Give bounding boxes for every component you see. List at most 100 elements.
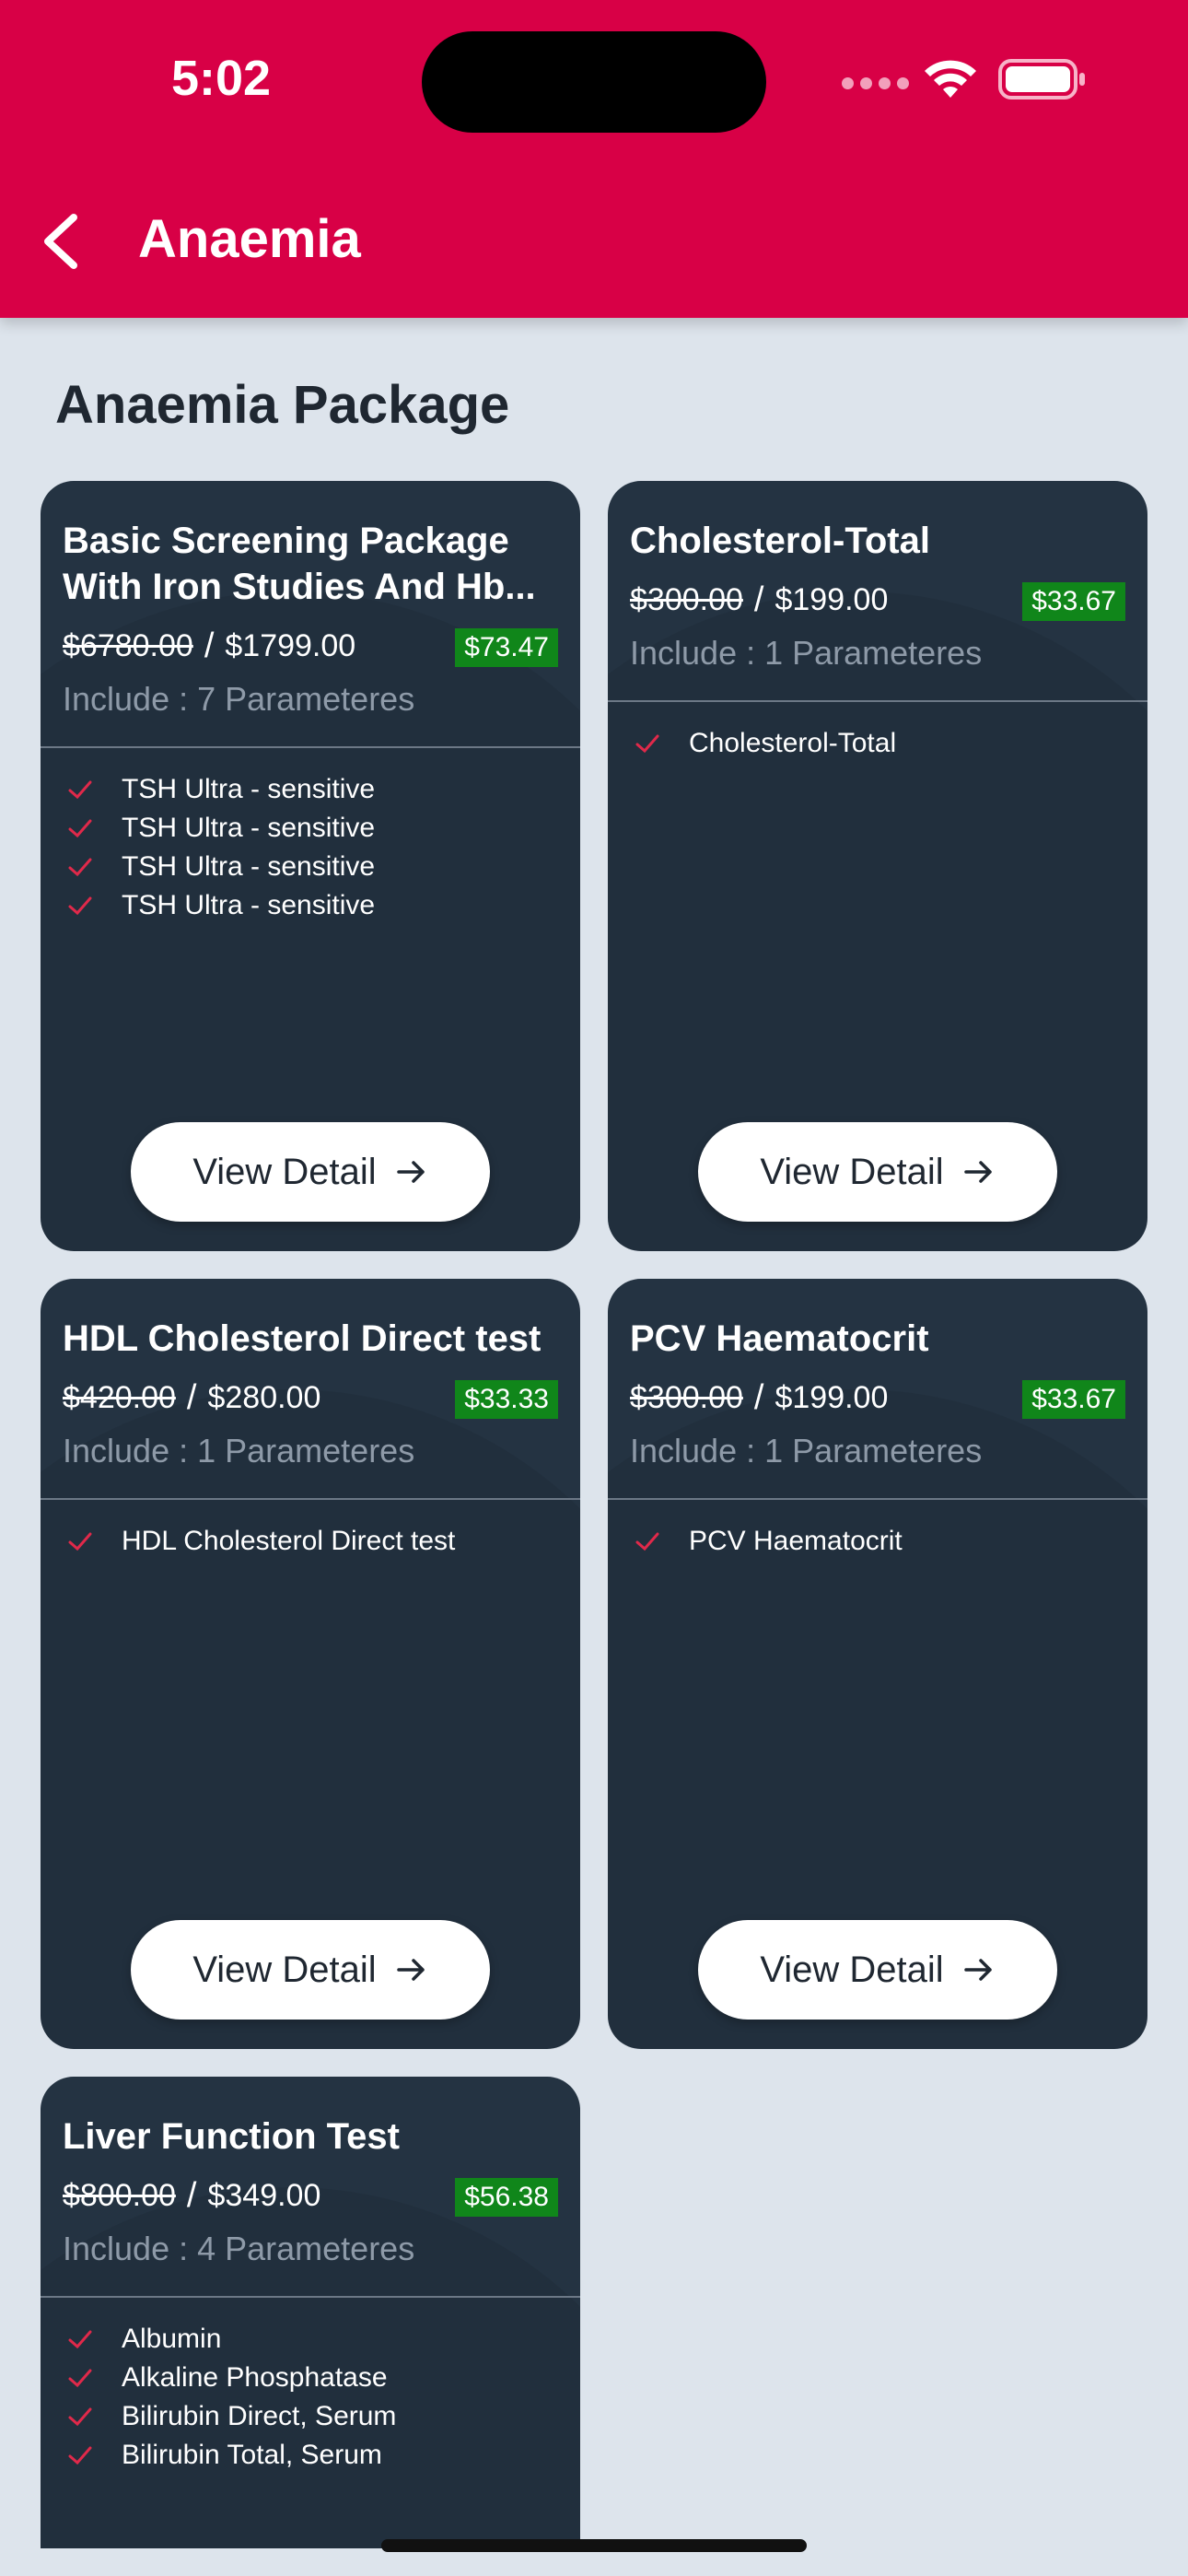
check-icon <box>68 2446 92 2465</box>
parameter-label: HDL Cholesterol Direct test <box>122 1526 456 1556</box>
check-icon <box>68 2330 92 2349</box>
arrow-right-icon <box>963 1959 992 1981</box>
check-icon <box>68 780 92 800</box>
list-item: TSH Ultra - sensitive <box>63 886 558 925</box>
view-detail-button[interactable]: View Detail <box>698 1122 1057 1222</box>
package-card[interactable]: Basic Screening Package With Iron Studie… <box>41 481 580 1251</box>
price-separator: / <box>753 1377 764 1417</box>
battery-icon <box>998 59 1085 100</box>
list-item: HDL Cholesterol Direct test <box>63 1522 558 1561</box>
parameter-label: Bilirubin Total, Serum <box>122 2440 382 2470</box>
price-row: $300.00 / $199.00 $33.67 <box>630 1375 1125 1421</box>
check-icon <box>635 734 659 754</box>
price-row: $800.00 / $349.00 $56.38 <box>63 2172 558 2219</box>
list-item: PCV Haematocrit <box>630 1522 1125 1561</box>
sale-price: $349.00 <box>207 2177 321 2213</box>
wifi-icon <box>925 60 976 98</box>
arrow-right-icon <box>396 1959 425 1981</box>
parameter-label: Albumin <box>122 2324 222 2354</box>
arrow-right-icon <box>396 1161 425 1183</box>
price-separator: / <box>186 1377 197 1417</box>
parameter-label: Cholesterol-Total <box>689 728 897 758</box>
original-price: $420.00 <box>63 1379 176 1415</box>
parameter-label: Alkaline Phosphatase <box>122 2362 388 2393</box>
package-card[interactable]: HDL Cholesterol Direct test $420.00 / $2… <box>41 1279 580 2049</box>
list-item: Albumin <box>63 2320 558 2359</box>
cellular-signal-icon <box>842 77 909 89</box>
package-card[interactable]: PCV Haematocrit $300.00 / $199.00 $33.67… <box>608 1279 1147 2049</box>
home-indicator <box>381 2539 807 2552</box>
nav-title: Anaemia <box>138 209 361 269</box>
discount-badge: $33.33 <box>455 1380 558 1419</box>
view-detail-label: View Detail <box>760 1949 944 1990</box>
check-icon <box>635 1532 659 1551</box>
original-price: $300.00 <box>630 581 743 617</box>
sale-price: $1799.00 <box>225 627 356 663</box>
back-chevron-icon[interactable] <box>37 205 92 278</box>
status-time: 5:02 <box>171 51 272 106</box>
section-title: Anaemia Package <box>55 375 510 435</box>
app-header: 5:02 Anaemia <box>0 0 1188 318</box>
view-detail-label: View Detail <box>192 1949 377 1990</box>
original-price: $800.00 <box>63 2177 176 2213</box>
check-icon <box>68 819 92 838</box>
package-card[interactable]: Cholesterol-Total $300.00 / $199.00 $33.… <box>608 481 1147 1251</box>
discount-badge: $73.47 <box>455 628 558 667</box>
discount-badge: $56.38 <box>455 2178 558 2217</box>
view-detail-button[interactable]: View Detail <box>131 1920 490 2020</box>
list-item: TSH Ultra - sensitive <box>63 770 558 809</box>
check-icon <box>68 1532 92 1551</box>
parameter-list: TSH Ultra - sensitive TSH Ultra - sensit… <box>41 748 580 925</box>
view-detail-label: View Detail <box>192 1151 377 1192</box>
sale-price: $199.00 <box>775 1379 889 1415</box>
view-detail-label: View Detail <box>760 1151 944 1192</box>
original-price: $6780.00 <box>63 627 193 663</box>
price-separator: / <box>204 626 215 665</box>
package-title: Cholesterol-Total <box>630 521 930 561</box>
include-count: Include : 7 Parameteres <box>63 680 415 718</box>
sale-price: $199.00 <box>775 581 889 617</box>
check-icon <box>68 2369 92 2388</box>
list-item: Alkaline Phosphatase <box>63 2359 558 2397</box>
arrow-right-icon <box>963 1161 992 1183</box>
parameter-list: Albumin Alkaline Phosphatase Bilirubin D… <box>41 2298 580 2475</box>
view-detail-button[interactable]: View Detail <box>131 1122 490 1222</box>
package-title: Liver Function Test <box>63 2116 400 2157</box>
list-item: Bilirubin Total, Serum <box>63 2436 558 2475</box>
parameter-list: PCV Haematocrit <box>608 1500 1147 1561</box>
discount-badge: $33.67 <box>1022 1380 1125 1419</box>
parameter-list: HDL Cholesterol Direct test <box>41 1500 580 1561</box>
list-item: Cholesterol-Total <box>630 724 1125 763</box>
parameter-label: TSH Ultra - sensitive <box>122 813 376 843</box>
view-detail-button[interactable]: View Detail <box>698 1920 1057 2020</box>
include-count: Include : 1 Parameteres <box>63 1432 415 1469</box>
dynamic-island <box>422 31 766 133</box>
check-icon <box>68 896 92 916</box>
sale-price: $280.00 <box>207 1379 321 1415</box>
parameter-label: TSH Ultra - sensitive <box>122 890 376 920</box>
discount-badge: $33.67 <box>1022 582 1125 621</box>
list-item: Bilirubin Direct, Serum <box>63 2397 558 2436</box>
check-icon <box>68 2407 92 2427</box>
price-separator: / <box>186 2175 197 2215</box>
parameter-label: PCV Haematocrit <box>689 1526 903 1556</box>
price-row: $6780.00 / $1799.00 $73.47 <box>63 623 558 669</box>
include-count: Include : 1 Parameteres <box>630 1432 983 1469</box>
package-title: PCV Haematocrit <box>630 1318 929 1359</box>
parameter-label: Bilirubin Direct, Serum <box>122 2401 397 2431</box>
parameter-label: TSH Ultra - sensitive <box>122 774 376 804</box>
package-card[interactable]: Liver Function Test $800.00 / $349.00 $5… <box>41 2077 580 2548</box>
check-icon <box>68 858 92 877</box>
price-row: $420.00 / $280.00 $33.33 <box>63 1375 558 1421</box>
package-title: Basic Screening Package With Iron Studie… <box>63 521 536 607</box>
include-count: Include : 1 Parameteres <box>630 634 983 672</box>
price-row: $300.00 / $199.00 $33.67 <box>630 577 1125 623</box>
list-item: TSH Ultra - sensitive <box>63 848 558 886</box>
parameter-label: TSH Ultra - sensitive <box>122 851 376 882</box>
price-separator: / <box>753 580 764 619</box>
original-price: $300.00 <box>630 1379 743 1415</box>
list-item: TSH Ultra - sensitive <box>63 809 558 848</box>
include-count: Include : 4 Parameteres <box>63 2230 415 2267</box>
parameter-list: Cholesterol-Total <box>608 702 1147 763</box>
package-title: HDL Cholesterol Direct test <box>63 1318 542 1359</box>
